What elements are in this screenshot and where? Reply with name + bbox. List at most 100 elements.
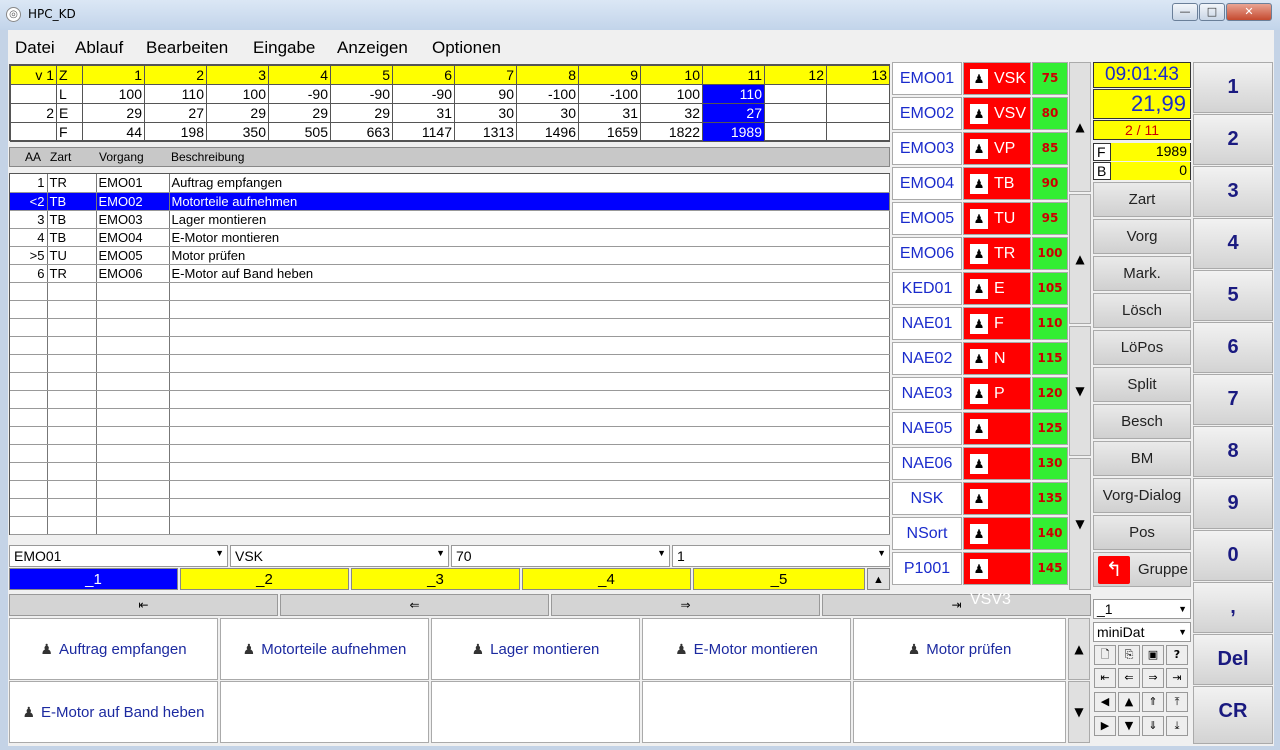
keypad-key[interactable]: , xyxy=(1193,582,1273,633)
step-button[interactable]: ♟ E-Motor auf Band heben xyxy=(9,681,218,743)
grid-cell[interactable]: -90 xyxy=(392,84,455,104)
new-icon[interactable]: 🗋 xyxy=(1094,645,1116,665)
count-select[interactable]: 1 ▼ xyxy=(672,545,890,567)
right-icon[interactable]: ▶ xyxy=(1094,716,1116,736)
page-down-icon[interactable]: ⇓ xyxy=(1142,716,1164,736)
activity-button[interactable]: ♟ N xyxy=(963,342,1031,375)
tab-1[interactable]: _1 xyxy=(9,568,178,590)
table-row[interactable] xyxy=(10,372,890,391)
step-button-empty[interactable] xyxy=(431,681,640,743)
keypad-key[interactable]: Del xyxy=(1193,634,1273,685)
loepos-button[interactable]: LöPos xyxy=(1093,330,1191,365)
time-value[interactable]: 75 xyxy=(1032,62,1068,95)
zart-select[interactable]: VSK ▼ xyxy=(230,545,449,567)
step-button[interactable]: ♟ Motor prüfen xyxy=(853,618,1066,680)
table-row[interactable] xyxy=(10,498,890,517)
grid-cell-selected[interactable]: 110 xyxy=(702,84,765,104)
code-button[interactable]: NAE03 xyxy=(892,377,962,410)
grid-cell[interactable]: 505 xyxy=(268,122,331,142)
bm-button[interactable]: BM xyxy=(1093,441,1191,476)
page-up-icon[interactable]: ⇑ xyxy=(1142,692,1164,712)
code-button[interactable]: EMO04 xyxy=(892,167,962,200)
table-row[interactable]: >5 TU EMO05 Motor prüfen xyxy=(10,246,890,265)
code-button[interactable]: EMO03 xyxy=(892,132,962,165)
time-value[interactable]: 135 xyxy=(1032,482,1068,515)
grid-cell[interactable]: 27 xyxy=(144,103,207,123)
grid-cell[interactable]: 29 xyxy=(206,103,269,123)
activity-button[interactable]: ♟ VSV xyxy=(963,97,1031,130)
activity-button[interactable]: ♟ TR xyxy=(963,237,1031,270)
scroll-down-icon[interactable]: ▼ xyxy=(1068,681,1090,743)
table-row[interactable] xyxy=(10,282,890,301)
grid-cell[interactable]: 663 xyxy=(330,122,393,142)
menu-bearbeiten[interactable]: Bearbeiten xyxy=(146,38,228,58)
vorg-button[interactable]: Vorg xyxy=(1093,219,1191,254)
activity-button[interactable]: ♟ VSK xyxy=(963,62,1031,95)
code-button[interactable]: NAE06 xyxy=(892,447,962,480)
activity-button[interactable]: ♟VSV2 xyxy=(963,517,1031,573)
table-row[interactable] xyxy=(10,516,890,535)
grid-cell[interactable]: E xyxy=(56,103,83,123)
grid-cell-selected[interactable]: 27 xyxy=(702,103,765,123)
step-button-empty[interactable] xyxy=(853,681,1066,743)
loesch-button[interactable]: Lösch xyxy=(1093,293,1191,328)
activity-button[interactable]: ♟ TU xyxy=(963,202,1031,235)
grid-cell-selected[interactable]: 1989 xyxy=(702,122,765,142)
scroll-down-icon[interactable]: ▼ xyxy=(1069,326,1091,456)
code-button[interactable]: EMO01 xyxy=(892,62,962,95)
table-row[interactable] xyxy=(10,426,890,445)
time-value[interactable]: 130 xyxy=(1032,447,1068,480)
grid-cell[interactable]: 31 xyxy=(578,103,641,123)
grid-cell[interactable] xyxy=(826,122,890,142)
prev-icon[interactable]: ⇐ xyxy=(1118,668,1140,688)
grid-cell[interactable]: 30 xyxy=(454,103,517,123)
grid-cell[interactable]: 110 xyxy=(144,84,207,104)
grid-cell[interactable]: 29 xyxy=(330,103,393,123)
grid-cell[interactable]: 2 xyxy=(10,103,57,123)
grid-cell[interactable]: 1822 xyxy=(640,122,703,142)
col-header-beschreibung[interactable]: Beschreibung xyxy=(171,150,244,164)
menu-optionen[interactable]: Optionen xyxy=(432,38,501,58)
keypad-key[interactable]: 5 xyxy=(1193,270,1273,321)
maximize-button[interactable]: □ xyxy=(1199,3,1225,21)
code-button[interactable]: EMO02 xyxy=(892,97,962,130)
gruppe-button[interactable]: ↰ Gruppe xyxy=(1093,552,1191,587)
time-value[interactable]: 100 xyxy=(1032,237,1068,270)
activity-button[interactable]: ♟VSK2 xyxy=(963,447,1031,503)
keypad-key[interactable]: 0 xyxy=(1193,530,1273,581)
vorg-dialog-button[interactable]: Vorg-Dialog xyxy=(1093,478,1191,513)
time-value[interactable]: 80 xyxy=(1032,97,1068,130)
grid-cell[interactable]: 30 xyxy=(516,103,579,123)
time-value[interactable]: 105 xyxy=(1032,272,1068,305)
menu-anzeigen[interactable]: Anzeigen xyxy=(337,38,408,58)
save-icon[interactable]: ▣ xyxy=(1142,645,1164,665)
activity-button[interactable]: ♟ VSV3 xyxy=(963,552,1031,608)
top-icon[interactable]: ⤒ xyxy=(1166,692,1188,712)
activity-button[interactable]: ♟VSK1 xyxy=(963,412,1031,468)
scroll-bottom-icon[interactable]: ▼ xyxy=(1069,458,1091,590)
grid-cell[interactable]: 29 xyxy=(82,103,145,123)
keypad-key[interactable]: 8 xyxy=(1193,426,1273,477)
pos-button[interactable]: Pos xyxy=(1093,515,1191,550)
code-button[interactable]: EMO05 xyxy=(892,202,962,235)
grid-cell[interactable]: -90 xyxy=(268,84,331,104)
grid-cell[interactable]: F xyxy=(56,122,83,142)
grid-cell[interactable]: 1313 xyxy=(454,122,517,142)
grid-cell[interactable]: 32 xyxy=(640,103,703,123)
menu-datei[interactable]: Datei xyxy=(15,38,55,58)
grid-cell[interactable] xyxy=(764,122,827,142)
table-row[interactable]: 6 TR EMO06 E-Motor auf Band heben xyxy=(10,264,890,283)
nav-first-button[interactable]: ⇤ xyxy=(9,594,278,616)
code-button[interactable]: NAE01 xyxy=(892,307,962,340)
keypad-key[interactable]: 4 xyxy=(1193,218,1273,269)
tab-2[interactable]: _2 xyxy=(180,568,349,590)
grid-cell[interactable] xyxy=(826,103,890,123)
activity-button[interactable]: ♟VSV1 xyxy=(963,482,1031,538)
activity-button[interactable]: ♟ F xyxy=(963,307,1031,340)
step-button-empty[interactable] xyxy=(220,681,429,743)
keypad-key[interactable]: 7 xyxy=(1193,374,1273,425)
grid-cell[interactable]: L xyxy=(56,84,83,104)
col-header-aa[interactable]: AA xyxy=(25,150,41,164)
keypad-key[interactable]: CR xyxy=(1193,686,1273,744)
table-row[interactable] xyxy=(10,444,890,463)
